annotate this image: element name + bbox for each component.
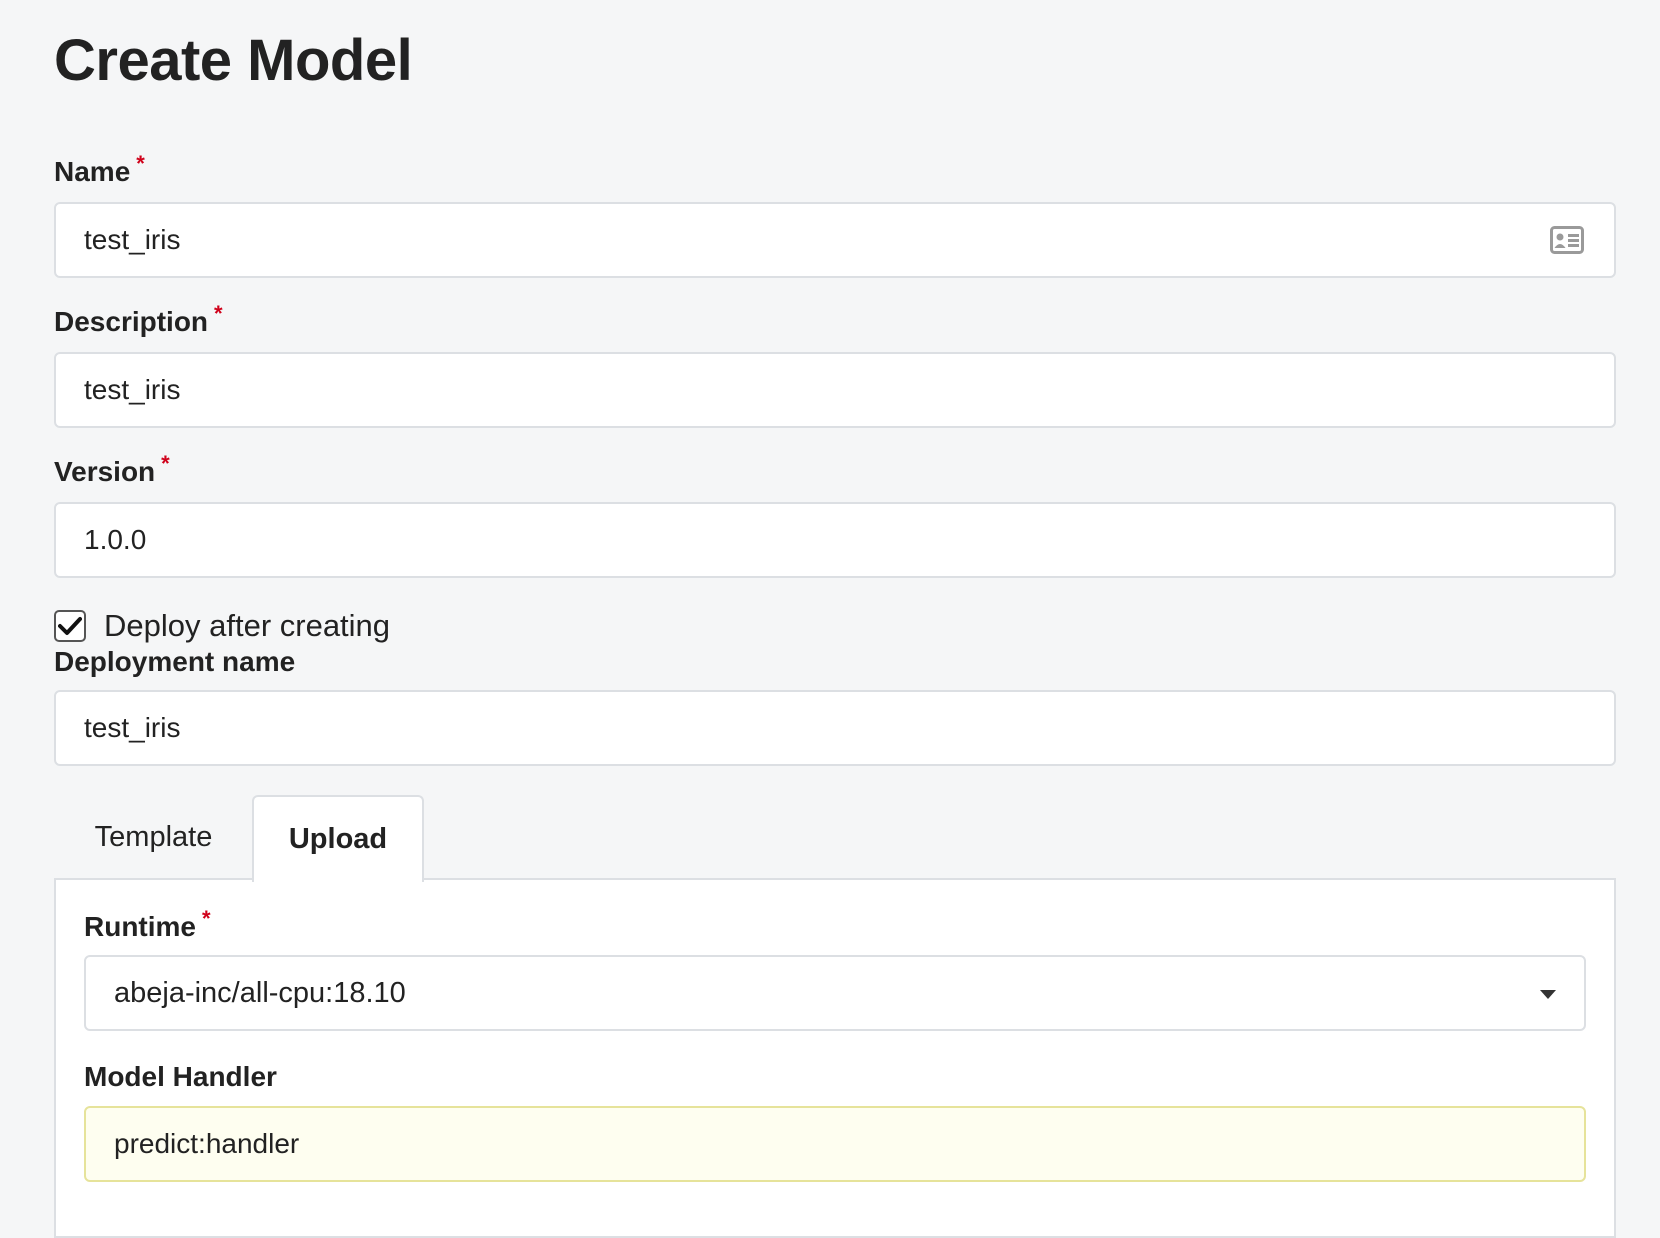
model-handler-input[interactable] <box>84 1106 1586 1182</box>
description-label: Description * <box>54 301 223 339</box>
deploy-checkbox-label[interactable]: Deploy after creating <box>104 608 390 644</box>
caret-down-icon <box>1540 990 1556 999</box>
deployment-name-label: Deployment name <box>54 645 295 679</box>
tab-template-label: Template <box>94 821 213 853</box>
contact-card-icon <box>1550 226 1584 254</box>
deployment-name-input[interactable] <box>54 690 1616 766</box>
description-input[interactable] <box>54 352 1616 428</box>
required-mark: * <box>161 451 170 476</box>
tab-upload[interactable]: Upload <box>252 795 424 882</box>
model-handler-label: Model Handler <box>84 1060 277 1094</box>
checkmark-icon <box>58 617 82 635</box>
runtime-select[interactable]: abeja-inc/all-cpu:18.10 <box>84 955 1586 1031</box>
runtime-selected-value: abeja-inc/all-cpu:18.10 <box>114 976 406 1009</box>
deployment-name-label-text: Deployment name <box>54 646 296 677</box>
deploy-checkbox[interactable] <box>54 610 86 642</box>
version-label: Version * <box>54 451 170 489</box>
model-handler-label-text: Model Handler <box>84 1061 277 1092</box>
version-input[interactable] <box>54 502 1616 578</box>
name-label-text: Name <box>54 156 131 187</box>
required-mark: * <box>136 151 145 176</box>
runtime-label: Runtime * <box>84 906 211 944</box>
upload-tab-panel: Runtime * abeja-inc/all-cpu:18.10 Model H… <box>54 878 1616 1238</box>
runtime-label-text: Runtime <box>84 911 196 942</box>
tab-template[interactable]: Template <box>54 795 253 880</box>
version-label-text: Version <box>54 456 156 487</box>
required-mark: * <box>214 301 223 326</box>
description-label-text: Description <box>54 306 209 337</box>
name-input[interactable] <box>54 202 1616 278</box>
page-title: Create Model <box>54 28 413 93</box>
tab-upload-label: Upload <box>288 823 388 855</box>
deploy-checkbox-row[interactable]: Deploy after creating <box>54 608 390 644</box>
name-label: Name * <box>54 151 145 189</box>
required-mark: * <box>202 906 211 931</box>
